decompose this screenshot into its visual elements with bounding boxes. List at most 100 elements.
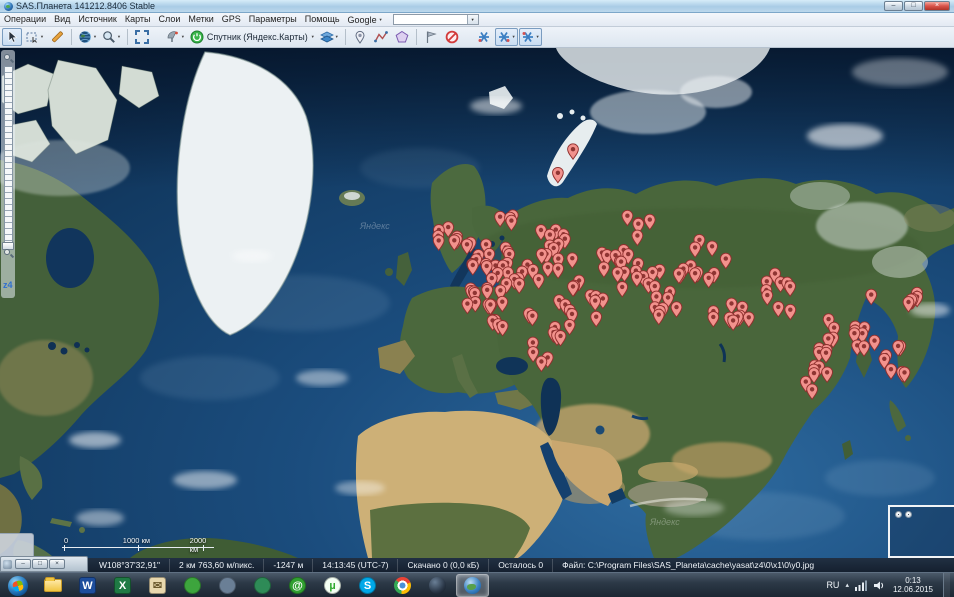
satellite-world-map: Яндекс Яндекс [0, 48, 954, 558]
chevron-down-icon: ▼ [536, 35, 540, 39]
chevron-down-icon: ▼ [93, 35, 97, 39]
maximize-button[interactable]: □ [904, 1, 923, 11]
mini-map[interactable] [888, 505, 954, 558]
gps-connect-button[interactable] [474, 28, 494, 46]
cursor-tool-button[interactable] [2, 28, 22, 46]
ruler-pencil-icon [50, 30, 64, 44]
status-elevation: -1247 м [264, 559, 313, 572]
status-time: 14:13:45 (UTC-7) [313, 559, 398, 572]
cancel-download-button[interactable] [442, 28, 462, 46]
toolbar-separator [416, 29, 417, 45]
gps-icon [497, 30, 511, 44]
clock-time: 0:13 [893, 576, 933, 585]
qip-messenger-icon [219, 577, 236, 594]
taskbar-sas-planet[interactable] [456, 574, 489, 597]
menu-item-2[interactable]: Источник [74, 13, 120, 26]
map-source-button[interactable]: Спутник (Яндекс.Карты) ▼ [188, 28, 317, 46]
gps-center-button[interactable]: ▼ [519, 28, 542, 46]
zoom-slider-track[interactable] [4, 66, 13, 246]
floating-window-icon [3, 560, 12, 569]
menu-item-5[interactable]: Метки [184, 13, 217, 26]
close-button[interactable]: × [924, 1, 950, 11]
network-icon[interactable] [855, 580, 867, 591]
magnifier-handle [9, 59, 13, 63]
menu-google[interactable]: Google ▼ [344, 15, 387, 25]
toolbar-separator [127, 29, 128, 45]
zoom-in-button[interactable] [3, 53, 14, 64]
taskbar-dark-globe-browser[interactable] [421, 574, 454, 597]
taskbar-mailru-agent[interactable]: @ [281, 574, 314, 597]
language-indicator[interactable]: RU [826, 580, 839, 590]
measure-tool-button[interactable] [47, 28, 67, 46]
taskbar-excel[interactable]: X [106, 574, 139, 597]
zoom-tool-button[interactable]: ▼ [100, 28, 123, 46]
yandex-watermark: Яндекс [359, 221, 390, 231]
zoom-out-button[interactable] [3, 248, 14, 259]
no-entry-icon [445, 30, 459, 44]
menu-item-7[interactable]: Параметры [245, 13, 301, 26]
floating-close-button[interactable]: × [49, 559, 65, 569]
application-window: SAS.Планета 141212.8406 Stable – □ × Опе… [0, 0, 954, 597]
map-corner-panel [0, 533, 34, 558]
add-placemark-button[interactable] [350, 28, 370, 46]
search-dropdown-button[interactable]: ▼ [467, 15, 478, 24]
gps-icon [477, 30, 491, 44]
explorer-icon [44, 579, 62, 592]
floating-minimize-button[interactable]: – [15, 559, 31, 569]
status-bar: W108°37'32,91" 2 км 763,60 м/пикс. -1247… [0, 558, 954, 572]
go-to-button[interactable] [421, 28, 441, 46]
minimize-button[interactable]: – [884, 1, 903, 11]
volume-icon[interactable] [873, 580, 885, 591]
menu-item-3[interactable]: Карты [121, 13, 155, 26]
utorrent-icon: µ [324, 577, 341, 594]
yandex-watermark: Яндекс [649, 517, 680, 527]
floating-window-titlebar[interactable]: – □ × [0, 556, 88, 572]
taskbar-globe-search-app[interactable] [246, 574, 279, 597]
scale-bar: 0 1000 км 2000 км [62, 536, 214, 552]
taskbar-utorrent[interactable]: µ [316, 574, 349, 597]
polygon-icon [395, 30, 409, 44]
selection-icon [25, 30, 39, 44]
download-tool-button[interactable]: ▼ [164, 28, 187, 46]
scale-label: 1000 км [123, 536, 150, 545]
floating-maximize-button[interactable]: □ [32, 559, 48, 569]
add-polygon-button[interactable] [392, 28, 412, 46]
search-input[interactable] [394, 15, 467, 24]
menu-item-1[interactable]: Вид [50, 13, 74, 26]
minimap-zoom-in-button[interactable] [895, 511, 902, 518]
taskbar-clock[interactable]: 0:13 12.06.2015 [891, 576, 933, 594]
menu-bar: ОперацииВидИсточникКартыСлоиМеткиGPSПара… [0, 13, 954, 27]
fullscreen-button[interactable] [132, 28, 152, 46]
word-icon: W [79, 577, 96, 594]
google-label: Google [348, 15, 377, 25]
taskbar-word[interactable]: W [71, 574, 104, 597]
magnifier-minus-icon [4, 249, 10, 255]
taskbar-explorer[interactable] [36, 574, 69, 597]
menu-item-0[interactable]: Операции [0, 13, 50, 26]
menu-item-6[interactable]: GPS [218, 13, 245, 26]
mail-client-icon: ✉ [149, 577, 166, 594]
full-map-button[interactable]: ▼ [76, 28, 99, 46]
add-path-button[interactable] [371, 28, 391, 46]
taskbar-chrome[interactable] [386, 574, 419, 597]
tray-expand-icon[interactable]: ▴ [845, 581, 849, 589]
taskbar-qip-messenger[interactable] [211, 574, 244, 597]
taskbar-skype[interactable]: S [351, 574, 384, 597]
taskbar-mail-client[interactable]: ✉ [141, 574, 174, 597]
selection-tool-button[interactable]: ▼ [23, 28, 46, 46]
search-combobox[interactable]: ▼ [393, 14, 479, 25]
path-icon [374, 30, 388, 44]
window-title: SAS.Планета 141212.8406 Stable [16, 1, 155, 11]
map-source-label: Спутник (Яндекс.Карты) [205, 32, 310, 42]
magnifier-icon [102, 30, 116, 44]
map-canvas[interactable]: Яндекс Яндекс z4 0 1000 км 2000 км [0, 48, 954, 558]
taskbar-start-button[interactable] [1, 574, 34, 597]
taskbar-green-app[interactable] [176, 574, 209, 597]
gps-track-button[interactable]: ▼ [495, 28, 518, 46]
menu-item-8[interactable]: Помощь [301, 13, 344, 26]
menu-item-4[interactable]: Слои [154, 13, 184, 26]
minimap-zoom-out-button[interactable] [905, 511, 912, 518]
layers-button[interactable]: ▼ [318, 28, 341, 46]
show-desktop-button[interactable] [943, 573, 950, 597]
scale-label: 0 [64, 536, 68, 545]
